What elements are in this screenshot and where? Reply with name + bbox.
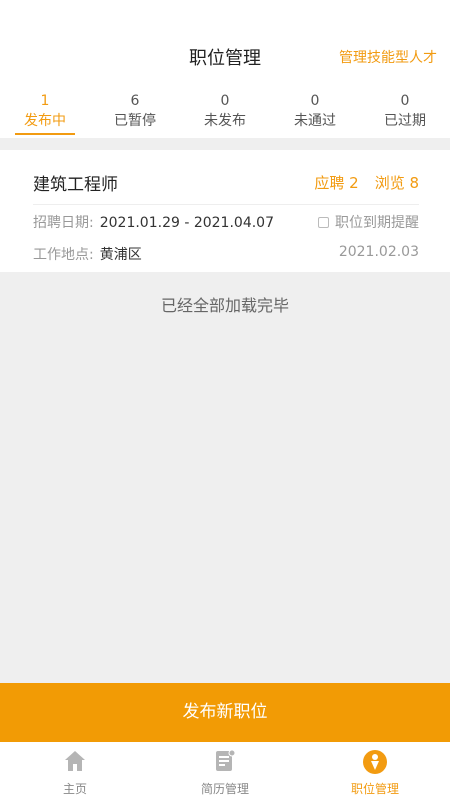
tab-label: 未通过 — [294, 113, 336, 129]
home-icon — [0, 748, 150, 778]
nav-resume[interactable]: 简历管理 — [150, 742, 300, 800]
top-header: 职位管理 管理技能型人才 — [0, 0, 450, 88]
status-tabs: 1 发布中 6 已暂停 0 未发布 0 未通过 0 已过期 — [0, 88, 450, 138]
views-count: 浏览 8 — [374, 174, 419, 192]
job-title: 建筑工程师 — [33, 175, 118, 195]
tab-published[interactable]: 1 发布中 — [0, 88, 90, 138]
tab-count: 0 — [400, 93, 410, 109]
job-card[interactable]: 建筑工程师 应聘 2 浏览 8 招聘日期: 2021.01.29 - 2021.04… — [0, 150, 450, 272]
tab-label: 已暂停 — [114, 113, 156, 129]
expiry-reminder-checkbox[interactable] — [318, 217, 329, 228]
location-value: 黄浦区 — [99, 247, 142, 263]
tab-unpublished[interactable]: 0 未发布 — [180, 88, 270, 138]
tab-expired[interactable]: 0 已过期 — [360, 88, 450, 138]
resume-icon — [150, 748, 300, 778]
expiry-reminder[interactable]: 职位到期提醒 — [318, 212, 419, 232]
job-icon — [300, 748, 450, 778]
active-tab-indicator — [15, 133, 75, 135]
tab-label: 已过期 — [384, 113, 426, 129]
tab-count: 1 — [40, 93, 50, 109]
tab-count: 6 — [130, 93, 140, 109]
bottom-nav: 主页 简历管理 职位管理 — [0, 742, 450, 800]
divider — [33, 204, 419, 205]
publish-new-job-button[interactable]: 发布新职位 — [0, 683, 450, 742]
nav-label: 职位管理 — [350, 782, 399, 796]
nav-label: 简历管理 — [200, 782, 249, 796]
location-row: 工作地点: 黄浦区 2021.02.03 — [33, 244, 419, 264]
tab-label: 未发布 — [204, 113, 246, 129]
applications-count: 应聘 2 — [314, 174, 359, 192]
list-end-text: 已经全部加载完毕 — [160, 296, 289, 315]
location-label: 工作地点: — [33, 247, 94, 263]
nav-home[interactable]: 主页 — [0, 742, 150, 800]
tab-count: 0 — [310, 93, 320, 109]
recruit-date-label: 招聘日期: — [33, 215, 94, 231]
posted-date: 2021.02.03 — [338, 244, 419, 260]
expiry-reminder-label: 职位到期提醒 — [335, 215, 419, 231]
tab-rejected[interactable]: 0 未通过 — [270, 88, 360, 138]
recruit-date-range: 2021.01.29 - 2021.04.07 — [99, 215, 274, 231]
tab-paused[interactable]: 6 已暂停 — [90, 88, 180, 138]
nav-label: 主页 — [62, 782, 87, 796]
tab-count: 0 — [220, 93, 230, 109]
nav-job-management[interactable]: 职位管理 — [300, 742, 450, 800]
recruit-date-row: 招聘日期: 2021.01.29 - 2021.04.07 职位到期提醒 — [33, 212, 419, 232]
tab-label: 发布中 — [24, 113, 66, 129]
manage-skilled-talent-link[interactable]: 管理技能型人才 — [339, 47, 437, 67]
job-stats: 应聘 2 浏览 8 — [314, 172, 419, 193]
